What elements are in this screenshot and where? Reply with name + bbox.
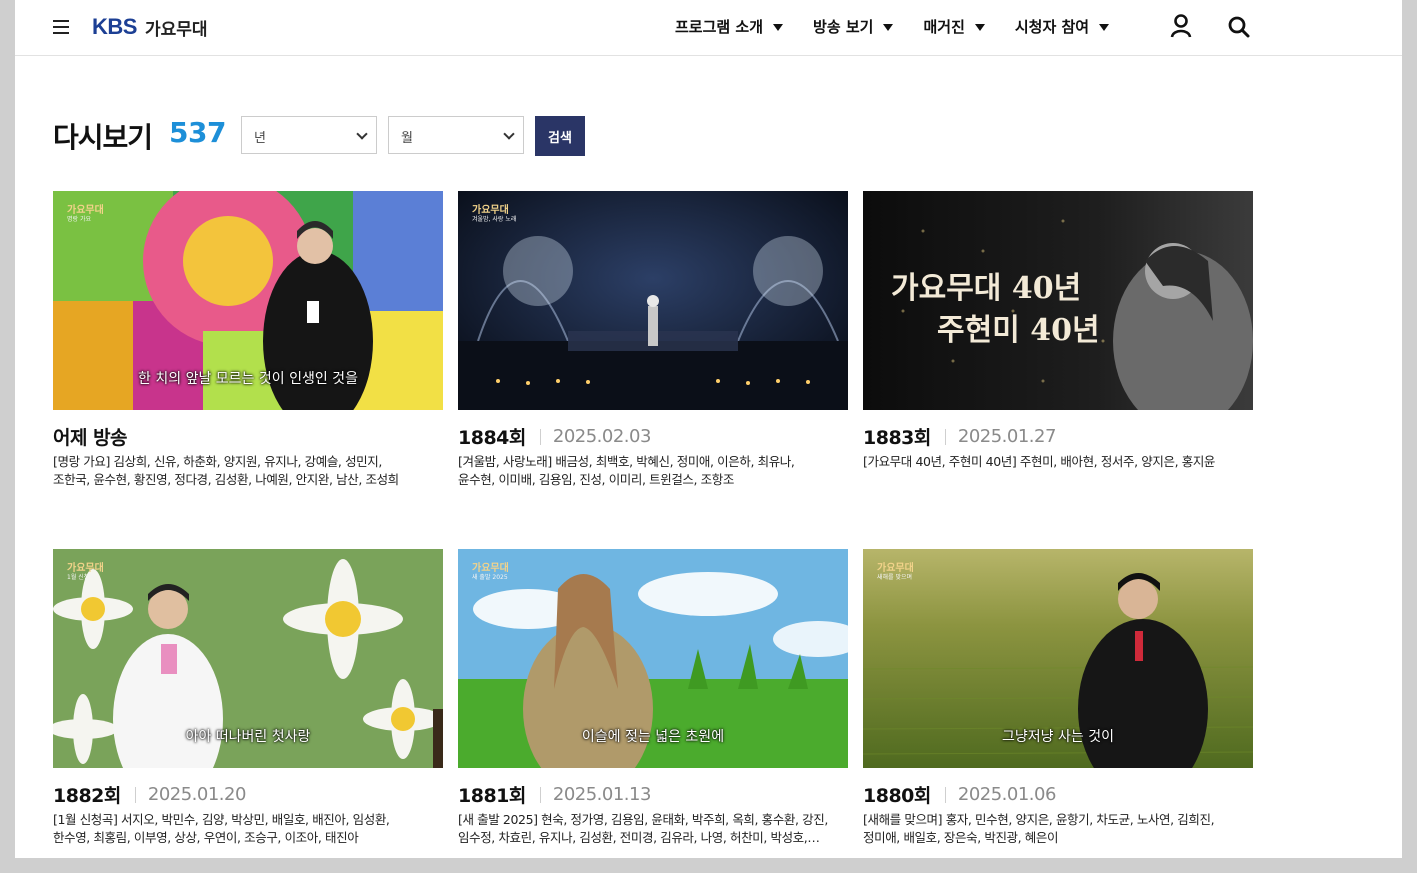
episode-description: [가요무대 40년, 주현미 40년] 주현미, 배아현, 정서주, 양지은, … [863, 453, 1253, 471]
episode-card[interactable]: 가요무대 1월 신청곡 아아 떠나버린 첫사랑 1882회 2025.01.20… [53, 549, 443, 858]
nav-label: 매거진 [923, 18, 965, 36]
episode-description: [겨울밤, 사랑노래] 배금성, 최백호, 박혜신, 정미애, 이은하, 최유나… [458, 453, 848, 489]
nav-watch[interactable]: 방송 보기 [813, 16, 894, 37]
program-title: 가요무대 [144, 19, 208, 40]
caret-down-icon [1099, 24, 1110, 31]
chevron-down-icon [356, 128, 368, 140]
desc-line: [1월 신청곡] 서지오, 박민수, 김양, 박상민, 배일호, 배진아, 임성… [53, 812, 390, 827]
episode-number: 1883회 [863, 427, 931, 449]
episode-description: [1월 신청곡] 서지오, 박민수, 김양, 박상민, 배일호, 배진아, 임성… [53, 811, 443, 847]
episode-meta: 1883회 2025.01.27 [863, 423, 1056, 450]
thumbnail-subtitle: 새해를 맞으며 [877, 574, 913, 581]
thumbnail-subtitle: 명랑 가요 [67, 216, 91, 223]
main-nav: 프로그램 소개 방송 보기 매거진 시청자 참여 [675, 16, 1139, 37]
desc-line: [새 출발 2025] 현숙, 정가영, 김용임, 윤태화, 박주희, 옥희, … [458, 812, 828, 827]
episode-date: 2025.01.27 [957, 426, 1057, 447]
episode-description: [명랑 가요] 김상희, 신유, 하춘화, 양지원, 유지나, 강예슬, 성민지… [53, 453, 443, 489]
thumbnail-subtitle: 겨울밤, 사랑 노래 [472, 216, 517, 223]
desc-line: 임수정, 차효린, 유지나, 김성환, 전미경, 김유라, 나영, 허찬미, 박… [458, 830, 820, 845]
anniversary-subtitle: 주현미 40년 [937, 313, 1100, 348]
nav-program-intro[interactable]: 프로그램 소개 [675, 16, 784, 37]
episode-card[interactable]: 가요무대 새해를 맞으며 그냥저냥 사는 것이 1880회 2025.01.06… [863, 549, 1253, 858]
month-select[interactable]: 월 [388, 116, 524, 154]
episode-date: 2025.01.13 [552, 784, 652, 805]
desc-line: 한수영, 최홍림, 이부영, 상상, 우연이, 조승구, 이조아, 태진아 [53, 830, 359, 845]
episode-date: 2025.02.03 [552, 426, 652, 447]
episode-meta: 어제 방송 [53, 423, 128, 450]
chevron-down-icon [503, 128, 515, 140]
month-select-value: 월 [401, 131, 413, 146]
episode-thumbnail[interactable]: 가요무대 새 출발 2025 이슬에 젖는 넓은 초원에 [458, 549, 848, 768]
meta-divider [134, 786, 136, 803]
menu-icon[interactable] [53, 20, 69, 34]
thumbnail-subtitle: 1월 신청곡 [67, 574, 95, 581]
desc-line: [명랑 가요] 김상희, 신유, 하춘화, 양지원, 유지나, 강예슬, 성민지… [53, 454, 382, 469]
caret-down-icon [974, 24, 985, 31]
episode-meta: 1880회 2025.01.06 [863, 781, 1056, 808]
meta-divider [539, 786, 541, 803]
lyric-caption: 이슬에 젖는 넓은 초원에 [581, 729, 725, 745]
site-header: KBS 가요무대 프로그램 소개 방송 보기 매거진 시청자 참여 [15, 0, 1402, 56]
episode-number: 1882회 [53, 785, 121, 807]
episode-description: [새해를 맞으며] 홍자, 민수현, 양지은, 윤항기, 차도균, 노사연, 김… [863, 811, 1253, 847]
lyric-caption: 한 치의 앞날 모르는 것이 인생인 것을 [138, 371, 358, 387]
episode-date: 2025.01.06 [957, 784, 1057, 805]
episode-card[interactable]: 가요무대 새 출발 2025 이슬에 젖는 넓은 초원에 1881회 2025.… [458, 549, 848, 858]
year-select-value: 년 [254, 131, 266, 146]
episode-meta: 1882회 2025.01.20 [53, 781, 246, 808]
nav-magazine[interactable]: 매거진 [923, 16, 985, 37]
episode-card[interactable]: 가요무대 겨울밤, 사랑 노래 1884회 2025.02.03 [겨울밤, 사… [458, 191, 848, 501]
episode-description: [새 출발 2025] 현숙, 정가영, 김용임, 윤태화, 박주희, 옥희, … [458, 811, 848, 847]
nav-label: 프로그램 소개 [675, 18, 764, 36]
episode-number: 1880회 [863, 785, 931, 807]
caret-down-icon [883, 24, 894, 31]
nav-label: 시청자 참여 [1014, 18, 1090, 36]
search-button[interactable]: 검색 [535, 116, 585, 156]
meta-divider [539, 428, 541, 445]
episode-number: 어제 방송 [53, 427, 128, 449]
lyric-caption: 그냥저냥 사는 것이 [1002, 729, 1114, 745]
episode-thumbnail[interactable]: 가요무대 1월 신청곡 아아 떠나버린 첫사랑 [53, 549, 443, 768]
desc-line: 조한국, 윤수현, 황진영, 정다경, 김성환, 나예원, 안지완, 남산, 조… [53, 472, 399, 487]
episode-count: 537 [169, 116, 226, 149]
episode-date: 2025.01.20 [147, 784, 247, 805]
year-select[interactable]: 년 [241, 116, 377, 154]
search-icon[interactable] [1227, 15, 1251, 39]
episode-thumbnail[interactable]: 가요무대 40년 주현미 40년 [863, 191, 1253, 410]
episode-thumbnail[interactable]: 가요무대 명랑 가요 한 치의 앞날 모르는 것이 인생인 것을 [53, 191, 443, 410]
desc-line: 윤수현, 이미배, 김용임, 진성, 이미리, 트윈걸스, 조항조 [458, 472, 734, 487]
site-logo[interactable]: KBS 가요무대 [92, 14, 208, 40]
caret-down-icon [773, 24, 784, 31]
episode-card[interactable]: 가요무대 40년 주현미 40년 1883회 2025.01.27 [가요무대 … [863, 191, 1253, 501]
meta-divider [944, 428, 946, 445]
nav-label: 방송 보기 [813, 18, 874, 36]
lyric-caption: 아아 떠나버린 첫사랑 [185, 729, 311, 745]
anniversary-title: 가요무대 40년 [891, 271, 1082, 306]
episode-meta: 1881회 2025.01.13 [458, 781, 651, 808]
desc-line: 정미애, 배일호, 장은숙, 박진광, 혜은이 [863, 830, 1059, 845]
meta-divider [944, 786, 946, 803]
episode-thumbnail[interactable]: 가요무대 겨울밤, 사랑 노래 [458, 191, 848, 410]
page-title: 다시보기 [53, 121, 153, 154]
episode-card[interactable]: 가요무대 명랑 가요 한 치의 앞날 모르는 것이 인생인 것을 어제 방송 [… [53, 191, 443, 501]
episode-meta: 1884회 2025.02.03 [458, 423, 651, 450]
user-icon[interactable] [1170, 14, 1192, 38]
page-frame: KBS 가요무대 프로그램 소개 방송 보기 매거진 시청자 참여 다시보기 5… [15, 0, 1402, 858]
kbs-logo: KBS [92, 14, 137, 39]
desc-line: [가요무대 40년, 주현미 40년] 주현미, 배아현, 정서주, 양지은, … [863, 454, 1216, 469]
desc-line: [새해를 맞으며] 홍자, 민수현, 양지은, 윤항기, 차도균, 노사연, 김… [863, 812, 1215, 827]
episode-number: 1881회 [458, 785, 526, 807]
thumbnail-subtitle: 새 출발 2025 [472, 574, 508, 581]
episode-thumbnail[interactable]: 가요무대 새해를 맞으며 그냥저냥 사는 것이 [863, 549, 1253, 768]
episode-number: 1884회 [458, 427, 526, 449]
nav-viewer-participation[interactable]: 시청자 참여 [1014, 16, 1110, 37]
desc-line: [겨울밤, 사랑노래] 배금성, 최백호, 박혜신, 정미애, 이은하, 최유나… [458, 454, 795, 469]
